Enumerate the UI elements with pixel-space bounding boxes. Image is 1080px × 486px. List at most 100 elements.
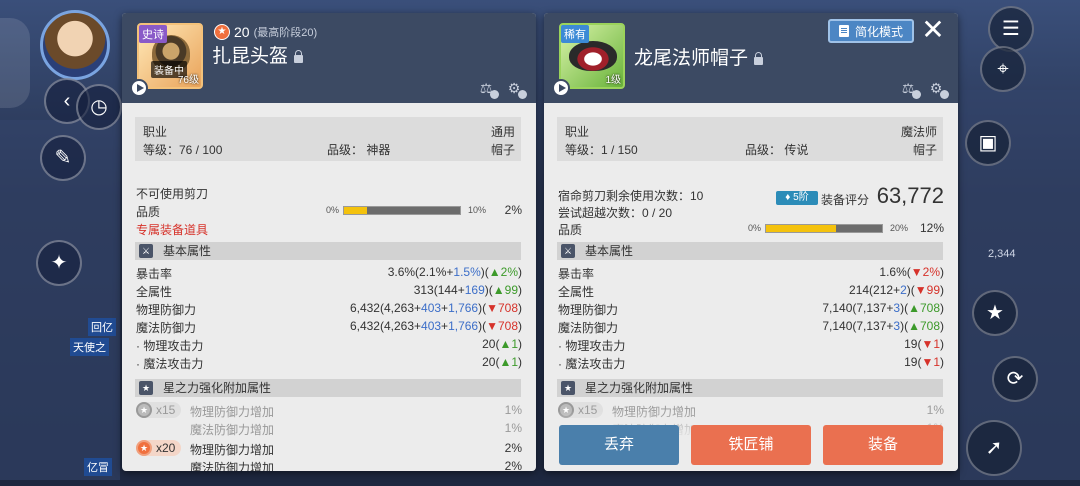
unlock-icon[interactable] xyxy=(294,50,304,63)
side-label: 天使之 xyxy=(70,338,109,356)
star-count-value: 20 xyxy=(234,24,250,40)
scissors-text: 宿命剪刀剩余使用次数：10 xyxy=(558,189,704,203)
star-stat-row: 魔法防御力增加 2% xyxy=(136,459,522,471)
equip-button[interactable]: 装备 xyxy=(823,425,943,465)
settings-gear-icon[interactable]: ⚙ xyxy=(926,79,949,99)
star-stat-name: 魔法防御力增加 xyxy=(190,423,275,437)
stat-value: 7,140(7,137+3)(▲708) xyxy=(822,301,944,315)
item-icon[interactable]: 稀有 1级 xyxy=(559,23,625,89)
star-icon: ★ xyxy=(561,381,575,395)
stat-base: 1.6%( xyxy=(879,265,911,279)
stat-change: ▲708 xyxy=(908,301,940,315)
star-stat-name: 魔法防御力增加 xyxy=(190,461,275,471)
level-text: 等级：76 / 100 xyxy=(143,143,223,157)
stat-sep: + xyxy=(441,301,449,315)
stat-base: 7,140(7,137+ xyxy=(822,301,894,315)
stat-value: 214(212+2)(▼99) xyxy=(849,283,944,297)
stat-value: 19(▼1) xyxy=(904,355,944,369)
unlock-icon[interactable] xyxy=(754,52,764,65)
stat-bonus: 2 xyxy=(900,283,907,297)
star-stat-name: 物理防御力增加 xyxy=(190,405,275,419)
star-stats-header: ★ 星之力强化附加属性 xyxy=(557,379,943,397)
quality-min: 0% xyxy=(326,205,340,215)
stat-sep: )( xyxy=(478,319,487,333)
stat-change: ▲1 xyxy=(499,355,518,369)
compare-scale-icon[interactable]: ⚖ xyxy=(898,79,921,99)
stat-name: 魔法防御力 xyxy=(136,321,197,335)
side-label: 回亿 xyxy=(88,318,116,336)
settings-gear-icon[interactable]: ⚙ xyxy=(504,79,527,99)
stat-bonus: 1,766 xyxy=(448,319,479,333)
rarity-tag: 稀有 xyxy=(561,25,589,43)
close-button[interactable]: ✕ xyxy=(920,16,946,44)
item-header: 稀有 1级 龙尾法师帽子 简化模式 ✕ ⚖ ⚙ xyxy=(544,13,958,103)
exclusive-text: 专属装备道具 xyxy=(136,223,209,237)
stat-name: 魔法防御力 xyxy=(558,321,619,335)
preview-play-icon[interactable] xyxy=(552,79,570,97)
stat-row: · 魔法攻击力 20(▲1) xyxy=(136,355,522,371)
discard-button[interactable]: 丢弃 xyxy=(559,425,679,465)
star-icon: ★ xyxy=(136,402,152,418)
menu-icon[interactable]: ☰ xyxy=(988,6,1034,52)
grade-text: 品级： 传说 xyxy=(745,143,809,157)
star-stat-name: 物理防御力增加 xyxy=(190,443,275,457)
event-icon[interactable]: ★ xyxy=(972,290,1018,336)
stat-value: 313(144+169)(▲99) xyxy=(414,283,522,297)
side-label: 亿冒 xyxy=(84,458,112,476)
stat-value: 20(▲1) xyxy=(482,337,522,351)
quality-bar xyxy=(343,206,461,215)
item-name-text: 扎昆头盔 xyxy=(212,46,289,67)
compare-item-panel: 稀有 1级 龙尾法师帽子 简化模式 ✕ ⚖ ⚙ 职业 魔法师 等级：1 / 15… xyxy=(544,13,958,471)
item-icon[interactable]: 史诗 装备中 76级 xyxy=(137,23,203,89)
attack-icon[interactable]: ➚ xyxy=(966,420,1022,476)
stat-row: 物理防御力 6,432(4,263+403+1,766)(▼708) xyxy=(136,301,522,317)
star-stat-value: 2% xyxy=(504,441,522,455)
stat-sep: )( xyxy=(478,301,487,315)
stat-sep: )( xyxy=(484,283,493,297)
stat-row: · 魔法攻击力 19(▼1) xyxy=(558,355,944,371)
item-header: 史诗 装备中 76级 ★ 20 (最高阶段20) 扎昆头盔 ⚖ ⚙ xyxy=(122,13,536,103)
star-stat-value: 1% xyxy=(504,421,522,435)
type-text: 帽子 xyxy=(912,143,937,157)
star-icon: ★ xyxy=(214,24,230,40)
character-avatar[interactable] xyxy=(40,10,110,80)
compare-scale-icon[interactable]: ⚖ xyxy=(476,79,499,99)
side-handle[interactable] xyxy=(0,18,30,108)
stat-value: 3.6%(2.1%+1.5%)(▲2%) xyxy=(388,265,522,279)
stat-name: 暴击率 xyxy=(136,267,173,281)
stat-name: 物理防御力 xyxy=(136,303,197,317)
sword-icon: ⚔ xyxy=(561,244,575,258)
chat-icon[interactable]: ✎ xyxy=(40,135,86,181)
star-stat-value: 2% xyxy=(504,459,522,471)
star-threshold: ★ x15 xyxy=(136,402,182,418)
stat-sep: ) xyxy=(940,283,944,297)
preview-play-icon[interactable] xyxy=(130,79,148,97)
simplify-label: 简化模式 xyxy=(854,24,903,39)
stat-name: · 物理攻击力 xyxy=(136,339,204,353)
stat-name: · 魔法攻击力 xyxy=(558,357,626,371)
level-tag: 76级 xyxy=(177,75,199,86)
stat-sep: )( xyxy=(900,301,909,315)
location-icon[interactable]: ⌖ xyxy=(980,46,1026,92)
stat-change: ▼1 xyxy=(921,355,940,369)
quality-label: 品质 xyxy=(558,223,583,237)
star-threshold: ★ x20 xyxy=(136,440,182,456)
skill-icon[interactable]: ✦ xyxy=(36,240,82,286)
stat-sep: ) xyxy=(518,283,522,297)
stat-base: 19( xyxy=(904,355,922,369)
bag-icon[interactable]: ▣ xyxy=(965,120,1011,166)
item-name-text: 龙尾法师帽子 xyxy=(634,48,749,69)
type-text: 帽子 xyxy=(490,143,515,157)
quality-max: 10% xyxy=(468,205,487,215)
simplify-mode-button[interactable]: 简化模式 xyxy=(828,19,914,43)
section-title: 基本属性 xyxy=(163,244,212,258)
job-value: 通用 xyxy=(490,125,515,139)
grade-badge: ♦ 5阶 xyxy=(776,191,818,205)
stat-row: · 物理攻击力 20(▲1) xyxy=(136,337,522,353)
refresh-icon[interactable]: ⟳ xyxy=(992,356,1038,402)
stat-base: 6,432(4,263+ xyxy=(349,319,422,333)
blacksmith-button[interactable]: 铁匠铺 xyxy=(691,425,811,465)
stat-base: 20( xyxy=(482,337,500,351)
quality-label: 品质 xyxy=(136,205,161,219)
history-icon[interactable]: ◷ xyxy=(76,84,122,130)
